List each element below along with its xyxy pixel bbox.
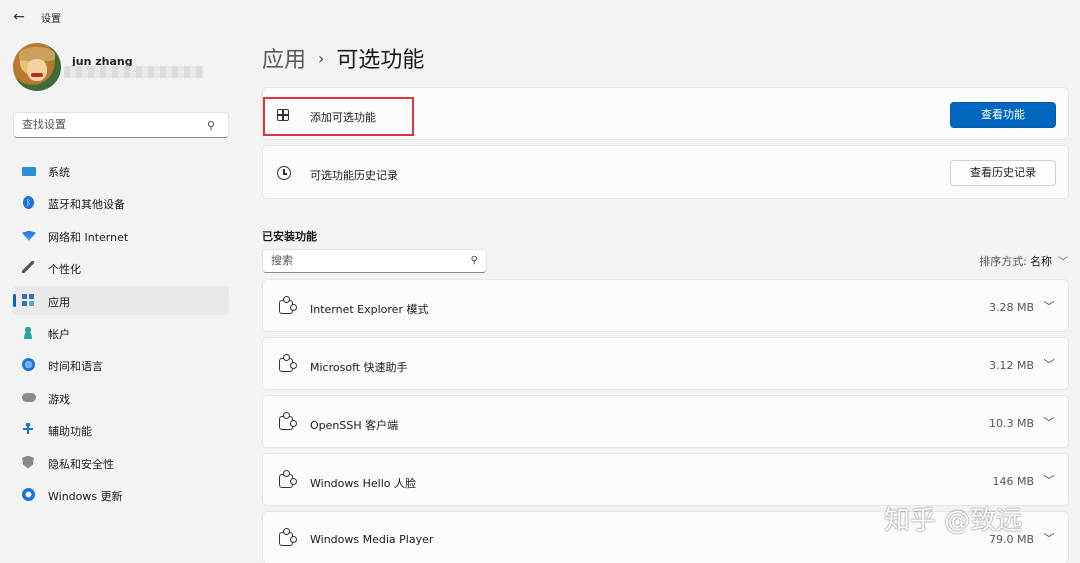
feature-row-quick-assist[interactable]: Microsoft 快速助手 3.12 MB ﹀ (262, 337, 1069, 390)
feature-row-openssh-client[interactable]: OpenSSH 客户端 10.3 MB ﹀ (262, 395, 1069, 448)
sidebar-item-network[interactable]: 网络和 Internet (13, 221, 229, 250)
sidebar-item-bluetooth[interactable]: ᛒ 蓝牙和其他设备 (13, 188, 229, 217)
sidebar-item-label: 时间和语言 (48, 360, 103, 374)
bluetooth-icon: ᛒ (23, 196, 34, 210)
wifi-icon (22, 230, 36, 241)
sidebar-item-label: 网络和 Internet (48, 230, 129, 244)
chevron-down-icon[interactable]: ﹀ (1042, 472, 1056, 487)
history-icon (277, 166, 291, 180)
feature-name: Windows Media Player (310, 533, 434, 546)
optional-feature-history-label: 可选功能历史记录 (310, 169, 398, 182)
sidebar-item-label: 游戏 (48, 392, 70, 406)
puzzle-icon (278, 528, 297, 547)
feature-size: 3.28 MB (988, 301, 1034, 314)
sidebar-item-label: 帐户 (48, 327, 70, 341)
pen-icon (22, 261, 34, 274)
settings-search-box[interactable]: ⚲ (13, 112, 229, 138)
avatar-face (27, 59, 47, 81)
feature-size: 3.12 MB (988, 359, 1034, 372)
feature-name: Internet Explorer 模式 (310, 303, 429, 316)
feature-size: 10.3 MB (988, 417, 1034, 430)
back-arrow-icon[interactable]: ← (10, 9, 28, 25)
sidebar-item-gaming[interactable]: 游戏 (13, 383, 229, 412)
sidebar-item-label: 隐私和安全性 (48, 457, 114, 471)
monitor-icon (22, 167, 36, 176)
view-history-button[interactable]: 查看历史记录 (950, 160, 1056, 186)
watermark: 知乎 @致远 (884, 506, 1023, 536)
update-icon (22, 487, 35, 501)
chevron-down-icon[interactable]: ﹀ (1058, 257, 1068, 268)
breadcrumb-separator-icon: › (318, 49, 325, 68)
apps-icon (22, 293, 34, 306)
sidebar-item-system[interactable]: 系统 (13, 156, 229, 185)
title-bar: ← 设置 (0, 0, 1080, 34)
sort-control[interactable]: 排序方式: 名称 ﹀ (979, 253, 1068, 269)
breadcrumb-parent[interactable]: 应用 (262, 48, 306, 73)
add-optional-feature-card: 添加可选功能 查看功能 (262, 87, 1069, 140)
installed-search-input[interactable] (271, 254, 461, 267)
puzzle-icon (278, 296, 297, 315)
optional-feature-history-card: 可选功能历史记录 查看历史记录 (262, 145, 1069, 199)
chevron-down-icon[interactable]: ﹀ (1042, 356, 1056, 371)
sidebar-item-label: 系统 (48, 166, 70, 179)
shield-icon (22, 455, 34, 469)
sidebar-item-label: 应用 (48, 295, 70, 309)
feature-size: 146 MB (992, 475, 1034, 488)
chevron-down-icon[interactable]: ﹀ (1042, 298, 1056, 313)
view-features-button[interactable]: 查看功能 (950, 102, 1056, 128)
feature-name: Windows Hello 人脸 (310, 477, 416, 490)
search-icon[interactable]: ⚲ (207, 119, 219, 132)
puzzle-icon (278, 412, 297, 431)
installed-search-box[interactable]: ⚲ (262, 249, 487, 273)
globe-clock-icon (22, 358, 35, 372)
sidebar-item-label: 辅助功能 (48, 425, 92, 439)
sidebar-item-time-language[interactable]: 时间和语言 (13, 350, 229, 379)
avatar-mouth (31, 73, 43, 77)
sidebar-nav: 系统 ᛒ 蓝牙和其他设备 网络和 Internet 个性化 应用 帐户 时间和语… (13, 156, 229, 512)
chevron-down-icon[interactable]: ﹀ (1042, 414, 1056, 429)
feature-name: OpenSSH 客户端 (310, 419, 399, 432)
chevron-down-icon[interactable]: ﹀ (1042, 530, 1056, 545)
user-email-redacted (64, 66, 204, 78)
sidebar-item-accessibility[interactable]: 辅助功能 (13, 415, 229, 444)
sort-value[interactable]: 名称 (1030, 255, 1052, 268)
sidebar-item-personalization[interactable]: 个性化 (13, 253, 229, 282)
installed-features-title: 已安装功能 (262, 230, 317, 243)
sidebar-item-privacy[interactable]: 隐私和安全性 (13, 448, 229, 477)
page-title: 可选功能 (336, 48, 425, 73)
avatar[interactable] (13, 43, 61, 91)
sidebar-item-windows-update[interactable]: Windows 更新 (13, 480, 229, 509)
search-icon[interactable]: ⚲ (471, 255, 478, 266)
gamepad-icon (22, 392, 36, 402)
sort-label: 排序方式: (979, 255, 1027, 268)
feature-row-ie-mode[interactable]: Internet Explorer 模式 3.28 MB ﹀ (262, 279, 1069, 332)
app-title: 设置 (41, 14, 61, 25)
sidebar-item-apps[interactable]: 应用 (13, 285, 229, 315)
feature-name: Microsoft 快速助手 (310, 361, 408, 374)
feature-row-windows-hello-face[interactable]: Windows Hello 人脸 146 MB ﹀ (262, 453, 1069, 506)
breadcrumb: 应用 › 可选功能 (262, 42, 424, 74)
highlight-annotation-box (263, 97, 414, 136)
sidebar-item-accounts[interactable]: 帐户 (13, 318, 229, 347)
puzzle-icon (278, 354, 297, 373)
sidebar-item-label: 蓝牙和其他设备 (48, 198, 125, 212)
sidebar-item-label: 个性化 (48, 263, 81, 277)
sidebar-item-label: Windows 更新 (48, 489, 123, 503)
puzzle-icon (278, 470, 297, 489)
settings-search-input[interactable] (22, 118, 202, 131)
accessibility-icon (22, 423, 34, 438)
person-icon (22, 325, 34, 339)
